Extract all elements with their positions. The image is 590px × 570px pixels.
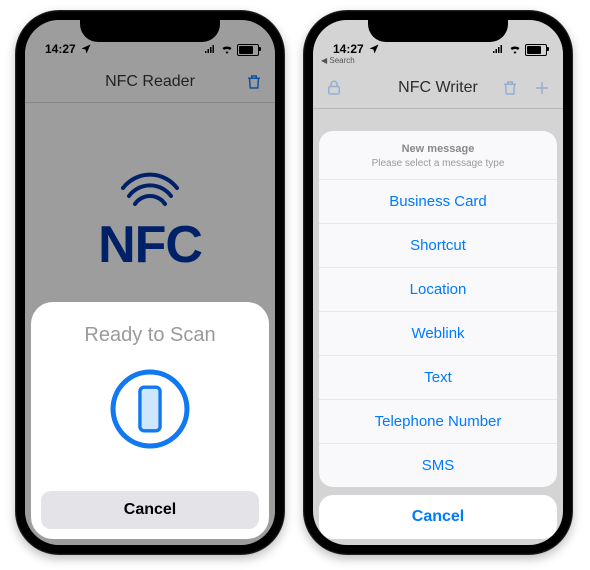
status-right [491, 44, 547, 56]
option-location[interactable]: Location [319, 268, 557, 312]
option-telephone[interactable]: Telephone Number [319, 400, 557, 444]
action-sheet-subtitle: Please select a message type [329, 158, 547, 169]
status-time-text: 14:27 [45, 42, 76, 56]
action-sheet: New message Please select a message type… [319, 131, 557, 539]
phone-left: 14:27 NFC Reader [15, 10, 285, 555]
wifi-icon [220, 44, 234, 56]
wifi-icon [508, 44, 522, 56]
location-icon [79, 43, 93, 55]
action-sheet-header: New message Please select a message type [319, 131, 557, 180]
battery-icon [525, 44, 547, 56]
stage: 14:27 NFC Reader [0, 0, 590, 570]
action-sheet-title: New message [329, 143, 547, 155]
signal-icon [203, 44, 217, 56]
battery-icon [237, 44, 259, 56]
action-sheet-card: New message Please select a message type… [319, 131, 557, 487]
status-time-text: 14:27 [333, 42, 364, 56]
status-right [203, 44, 259, 56]
option-shortcut[interactable]: Shortcut [319, 224, 557, 268]
scan-title: Ready to Scan [41, 324, 259, 347]
nfc-phone-icon [108, 367, 192, 451]
nfc-scan-sheet: Ready to Scan Cancel [31, 302, 269, 539]
location-icon [367, 43, 381, 55]
notch [80, 18, 220, 42]
status-time: 14:27 [333, 42, 381, 56]
back-to-app[interactable]: ◀ Search [321, 56, 355, 65]
option-sms[interactable]: SMS [319, 444, 557, 487]
status-time: 14:27 [45, 42, 93, 56]
notch [368, 18, 508, 42]
back-label: Search [329, 56, 354, 65]
option-weblink[interactable]: Weblink [319, 312, 557, 356]
screen-left: 14:27 NFC Reader [25, 20, 275, 545]
option-text[interactable]: Text [319, 356, 557, 400]
option-business-card[interactable]: Business Card [319, 180, 557, 224]
cancel-button[interactable]: Cancel [319, 495, 557, 539]
cancel-button[interactable]: Cancel [41, 491, 259, 529]
phone-right: 14:27 ◀ Search NFC Writer [303, 10, 573, 555]
screen-right: 14:27 ◀ Search NFC Writer [313, 20, 563, 545]
signal-icon [491, 44, 505, 56]
